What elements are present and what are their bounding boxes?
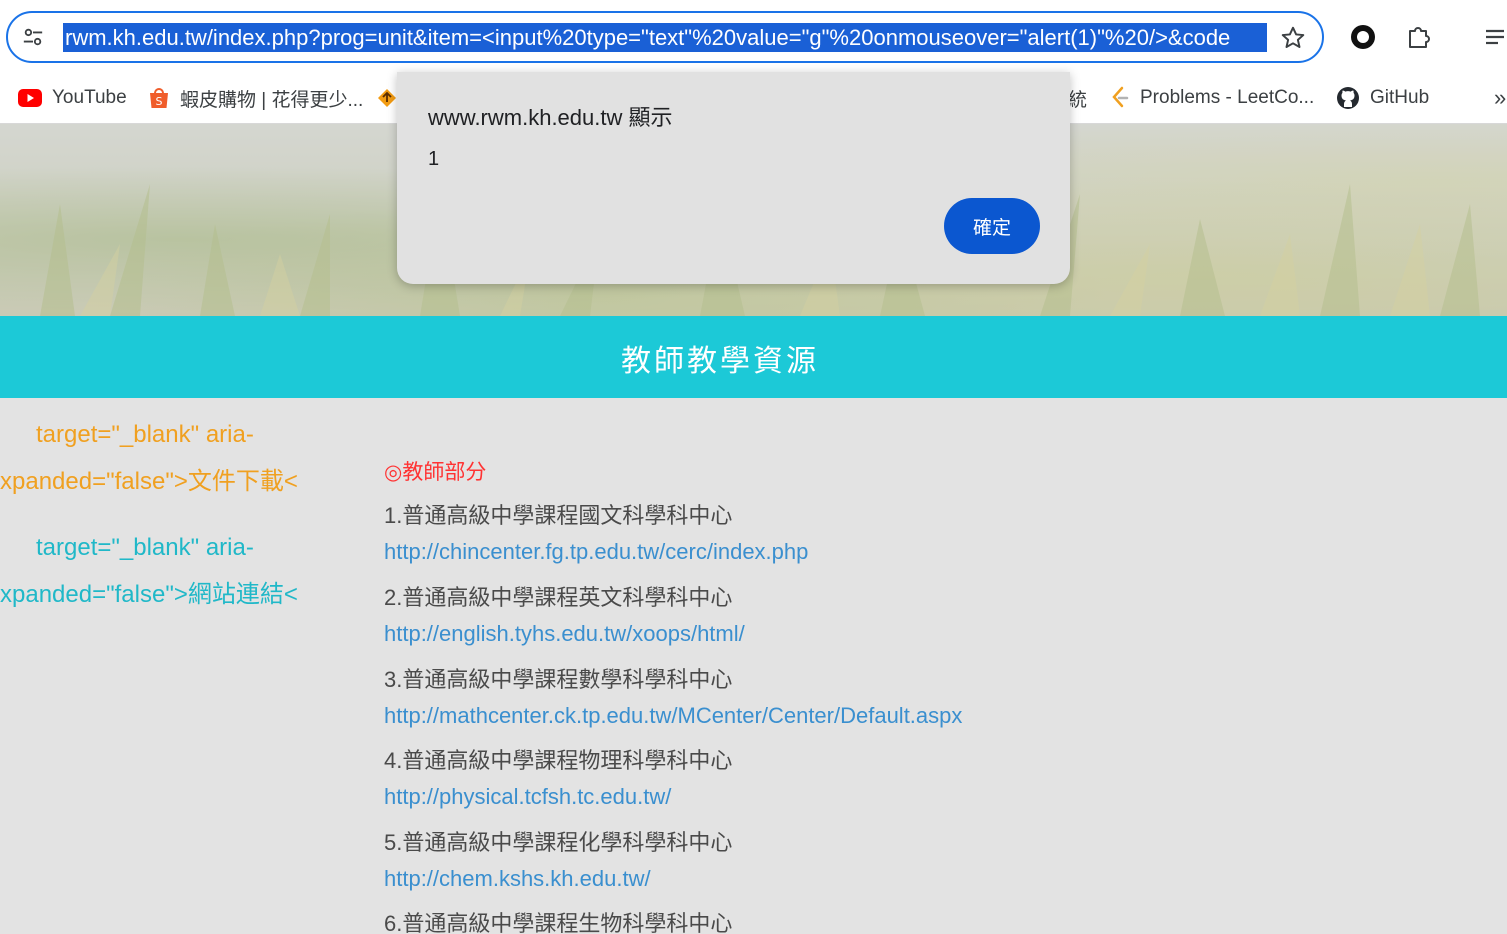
more-bookmarks-label: » [1494,85,1507,110]
broken-markup-text: target="_blank" aria- [36,421,254,448]
bookmark-partial[interactable]: 統 [1068,82,1087,114]
dialog-message: 1 [428,148,440,170]
bookmark-youtube[interactable]: YouTube [18,82,127,114]
more-bookmarks-icon[interactable]: » [1494,82,1506,114]
section-banner: 教師教學資源 [0,316,1507,398]
bookmark-label: YouTube [52,87,127,108]
bookmark-label: Problems - LeetCo... [1140,87,1315,108]
download-link[interactable]: xpanded="false">文件下載< [0,461,298,496]
resource-link[interactable]: http://chincenter.fg.tp.edu.tw/cerc/inde… [384,539,808,565]
list-item: 3.普通高級中學課程數學科學科中心 [384,667,733,692]
bookmark-github[interactable]: GitHub [1336,82,1429,114]
bookmark-label: 統 [1068,89,1088,111]
alert-dialog: www.rwm.kh.edu.tw 顯示 1 確定 [397,72,1070,284]
youtube-icon [18,89,42,107]
list-item: 1.普通高級中學課程國文科學科中心 [384,503,733,528]
extensions-puzzle-icon[interactable] [1404,22,1434,52]
shopee-icon: S [150,88,168,108]
banner-title: 教師教學資源 [621,345,819,378]
list-item: 2.普通高級中學課程英文科學科中心 [384,585,733,610]
resource-link[interactable]: http://chem.kshs.kh.edu.tw/ [384,866,651,892]
svg-text:S: S [156,95,163,108]
browser-toolbar: rwm.kh.edu.tw/index.php?prog=unit&item=<… [0,0,1507,72]
list-item: 5.普通高級中學課程化學科學科中心 [384,830,733,855]
resource-link[interactable]: http://mathcenter.ck.tp.edu.tw/MCenter/C… [384,703,962,729]
profile-circle-icon[interactable] [1348,22,1378,52]
website-links-link[interactable]: xpanded="false">網站連結< [0,574,298,609]
url-text[interactable]: rwm.kh.edu.tw/index.php?prog=unit&item=<… [63,23,1267,52]
list-item: 6.普通高級中學課程生物科學科中心 [384,911,733,934]
ok-button[interactable]: 確定 [944,198,1040,254]
orange-bookmark-icon [378,89,396,107]
reading-list-icon[interactable] [1484,22,1507,52]
bookmark-star-icon[interactable] [1280,25,1306,51]
address-bar[interactable]: rwm.kh.edu.tw/index.php?prog=unit&item=<… [6,11,1324,63]
dialog-title: www.rwm.kh.edu.tw 顯示 [428,105,673,130]
tune-icon[interactable] [22,26,44,48]
bookmark-leetcode[interactable]: Problems - LeetCo... [1110,82,1314,114]
bookmark-label: 蝦皮購物 | 花得更少... [180,89,364,111]
broken-markup-text: target="_blank" aria- [36,534,254,561]
resource-link[interactable]: http://english.tyhs.edu.tw/xoops/html/ [384,621,745,647]
main-content: target="_blank" aria- xpanded="false">文件… [0,398,1507,934]
resource-link[interactable]: http://physical.tcfsh.tc.edu.tw/ [384,784,671,810]
bookmark-shopee[interactable]: S 蝦皮購物 | 花得更少... [148,82,363,114]
leetcode-icon [1112,86,1129,108]
list-item: 4.普通高級中學課程物理科學科中心 [384,748,733,773]
section-title: ◎教師部分 [384,461,487,484]
bookmark-label: GitHub [1370,87,1430,108]
github-icon [1337,87,1359,109]
